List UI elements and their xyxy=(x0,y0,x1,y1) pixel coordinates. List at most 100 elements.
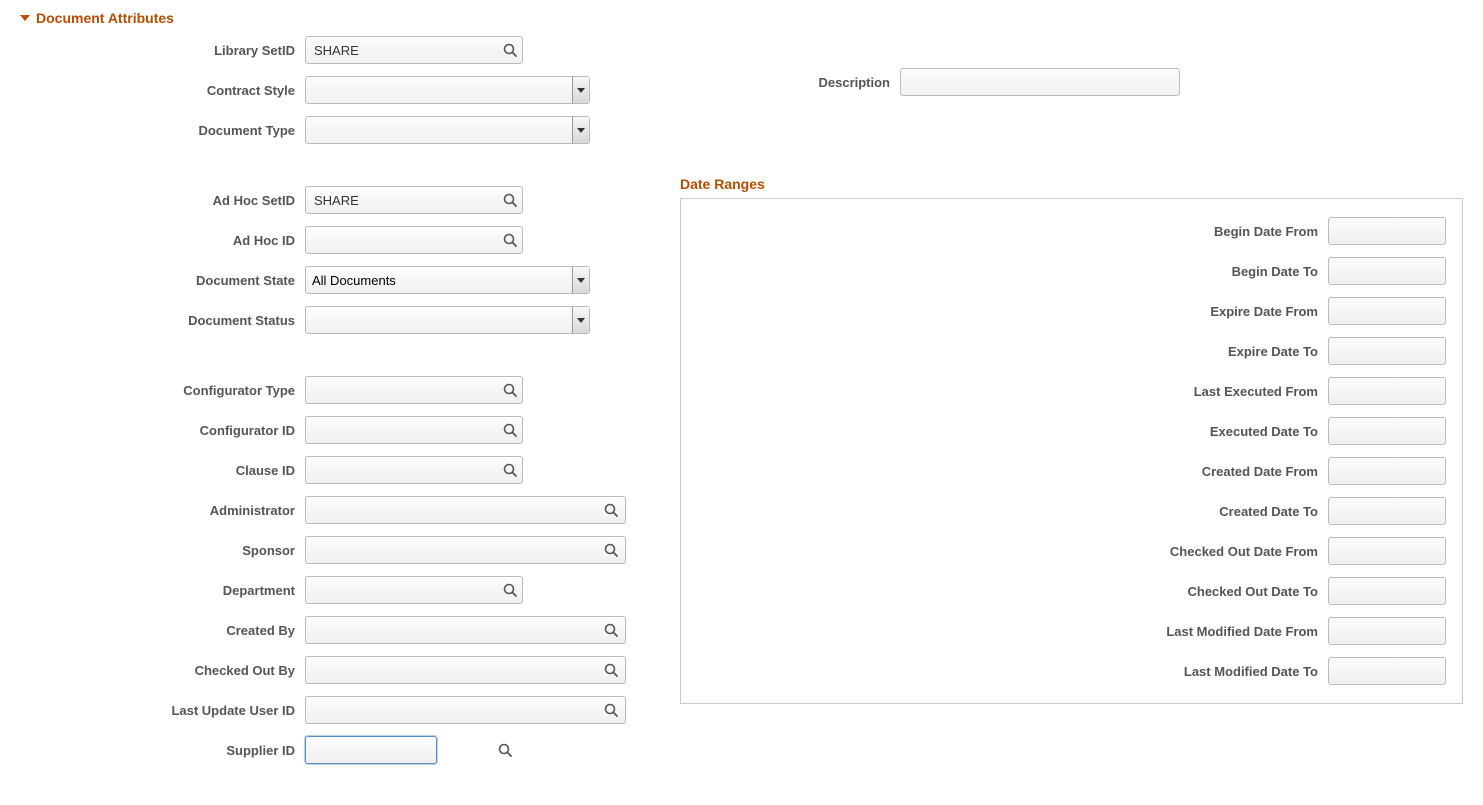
date-input[interactable] xyxy=(1328,497,1446,525)
document-type-field[interactable] xyxy=(306,117,572,143)
lookup-icon[interactable] xyxy=(498,457,522,483)
lookup-icon[interactable] xyxy=(498,187,522,213)
date-input[interactable] xyxy=(1328,537,1446,565)
date-row: Checked Out Date From xyxy=(697,537,1446,565)
configurator-id-label: Configurator ID xyxy=(20,423,305,438)
lookup-icon[interactable] xyxy=(597,617,625,643)
date-field[interactable] xyxy=(1329,258,1483,284)
library-setid-field[interactable] xyxy=(306,37,498,63)
created-by-input[interactable] xyxy=(305,616,626,644)
lookup-icon[interactable] xyxy=(498,417,522,443)
date-field[interactable] xyxy=(1329,618,1483,644)
date-input[interactable] xyxy=(1328,457,1446,485)
date-label: Expire Date From xyxy=(697,304,1328,319)
description-field[interactable] xyxy=(901,69,1179,95)
date-label: Last Modified Date To xyxy=(697,664,1328,679)
document-status-select[interactable] xyxy=(305,306,590,334)
sponsor-input[interactable] xyxy=(305,536,626,564)
adhoc-setid-input[interactable] xyxy=(305,186,523,214)
section-header[interactable]: Document Attributes xyxy=(20,10,1463,26)
contract-style-label: Contract Style xyxy=(20,83,305,98)
date-field[interactable] xyxy=(1329,298,1483,324)
date-input[interactable] xyxy=(1328,297,1446,325)
clause-id-label: Clause ID xyxy=(20,463,305,478)
date-row: Last Modified Date From xyxy=(697,617,1446,645)
date-input[interactable] xyxy=(1328,257,1446,285)
adhoc-id-input[interactable] xyxy=(305,226,523,254)
document-type-select[interactable] xyxy=(305,116,590,144)
date-input[interactable] xyxy=(1328,617,1446,645)
contract-style-select[interactable] xyxy=(305,76,590,104)
adhoc-setid-field[interactable] xyxy=(306,187,498,213)
date-row: Last Executed From xyxy=(697,377,1446,405)
clause-id-field[interactable] xyxy=(306,457,498,483)
administrator-input[interactable] xyxy=(305,496,626,524)
department-input[interactable] xyxy=(305,576,523,604)
date-label: Last Modified Date From xyxy=(697,624,1328,639)
lookup-icon[interactable] xyxy=(498,577,522,603)
date-label: Expire Date To xyxy=(697,344,1328,359)
configurator-type-input[interactable] xyxy=(305,376,523,404)
configurator-type-field[interactable] xyxy=(306,377,498,403)
configurator-type-label: Configurator Type xyxy=(20,383,305,398)
date-field[interactable] xyxy=(1329,338,1483,364)
date-input[interactable] xyxy=(1328,377,1446,405)
last-update-user-id-input[interactable] xyxy=(305,696,626,724)
date-field[interactable] xyxy=(1329,218,1483,244)
date-label: Created Date To xyxy=(697,504,1328,519)
clause-id-input[interactable] xyxy=(305,456,523,484)
chevron-down-icon[interactable] xyxy=(572,307,589,333)
date-label: Executed Date To xyxy=(697,424,1328,439)
date-field[interactable] xyxy=(1329,458,1483,484)
date-field[interactable] xyxy=(1329,418,1483,444)
lookup-icon[interactable] xyxy=(597,497,625,523)
created-by-field[interactable] xyxy=(306,617,597,643)
checked-out-by-input[interactable] xyxy=(305,656,626,684)
lookup-icon[interactable] xyxy=(597,657,625,683)
date-input[interactable] xyxy=(1328,217,1446,245)
chevron-down-icon[interactable] xyxy=(572,77,589,103)
date-label: Last Executed From xyxy=(697,384,1328,399)
supplier-id-input[interactable] xyxy=(305,736,437,764)
description-input[interactable] xyxy=(900,68,1180,96)
chevron-down-icon[interactable] xyxy=(572,117,589,143)
lookup-icon[interactable] xyxy=(597,697,625,723)
sponsor-label: Sponsor xyxy=(20,543,305,558)
date-input[interactable] xyxy=(1328,657,1446,685)
document-state-field[interactable]: All Documents xyxy=(306,267,572,293)
lookup-icon[interactable] xyxy=(498,737,512,763)
date-field[interactable] xyxy=(1329,378,1483,404)
supplier-id-field[interactable] xyxy=(306,737,498,763)
document-type-label: Document Type xyxy=(20,123,305,138)
checked-out-by-field[interactable] xyxy=(306,657,597,683)
date-label: Checked Out Date From xyxy=(697,544,1328,559)
sponsor-field[interactable] xyxy=(306,537,597,563)
date-row: Last Modified Date To xyxy=(697,657,1446,685)
date-field[interactable] xyxy=(1329,578,1483,604)
configurator-id-field[interactable] xyxy=(306,417,498,443)
document-state-select[interactable]: All Documents xyxy=(305,266,590,294)
configurator-id-input[interactable] xyxy=(305,416,523,444)
date-input[interactable] xyxy=(1328,417,1446,445)
lookup-icon[interactable] xyxy=(498,377,522,403)
last-update-user-id-field[interactable] xyxy=(306,697,597,723)
document-status-label: Document Status xyxy=(20,313,305,328)
date-field[interactable] xyxy=(1329,498,1483,524)
adhoc-id-field[interactable] xyxy=(306,227,498,253)
adhoc-id-label: Ad Hoc ID xyxy=(20,233,305,248)
date-input[interactable] xyxy=(1328,577,1446,605)
document-status-field[interactable] xyxy=(306,307,572,333)
lookup-icon[interactable] xyxy=(498,37,522,63)
contract-style-field[interactable] xyxy=(306,77,572,103)
lookup-icon[interactable] xyxy=(498,227,522,253)
date-input[interactable] xyxy=(1328,337,1446,365)
date-label: Created Date From xyxy=(697,464,1328,479)
date-row: Begin Date From xyxy=(697,217,1446,245)
chevron-down-icon[interactable] xyxy=(572,267,589,293)
department-field[interactable] xyxy=(306,577,498,603)
lookup-icon[interactable] xyxy=(597,537,625,563)
date-field[interactable] xyxy=(1329,658,1483,684)
administrator-field[interactable] xyxy=(306,497,597,523)
library-setid-input[interactable] xyxy=(305,36,523,64)
date-field[interactable] xyxy=(1329,538,1483,564)
